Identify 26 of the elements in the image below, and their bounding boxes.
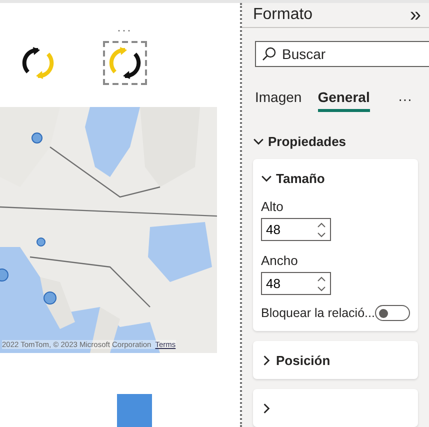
chevron-icon [261,402,272,414]
spinner-arrows-icon [317,222,326,238]
field-label: Ancho [261,253,299,268]
more-options-icon[interactable]: ··· [117,23,132,37]
section-header[interactable]: Propiedades [253,134,418,149]
search-field[interactable]: Buscar [255,41,429,67]
toggle-switch[interactable] [374,305,410,321]
chevron-icon [261,354,272,366]
image-visual[interactable] [103,41,147,85]
number-field[interactable]: 48 [261,218,331,241]
pane-title: Formato [253,6,313,24]
toggle-label: Bloquear la relació... [261,306,375,320]
search-icon [262,47,276,61]
card-header[interactable]: Posición [261,351,410,369]
refresh-icon [107,45,143,81]
spinner-arrows-icon [317,276,326,292]
card-header[interactable]: Tamaño [261,169,410,187]
tab[interactable]: Imagen [255,85,302,112]
more-tabs-button[interactable]: ··· [392,90,418,106]
bar-shape [117,394,152,427]
tab[interactable]: General [318,85,370,112]
number-field[interactable]: 48 [261,272,331,295]
collapse-button[interactable]: » [410,5,421,25]
refresh-icon [20,45,56,81]
chevron-icon [253,136,264,147]
field-label: Alto [261,199,284,214]
